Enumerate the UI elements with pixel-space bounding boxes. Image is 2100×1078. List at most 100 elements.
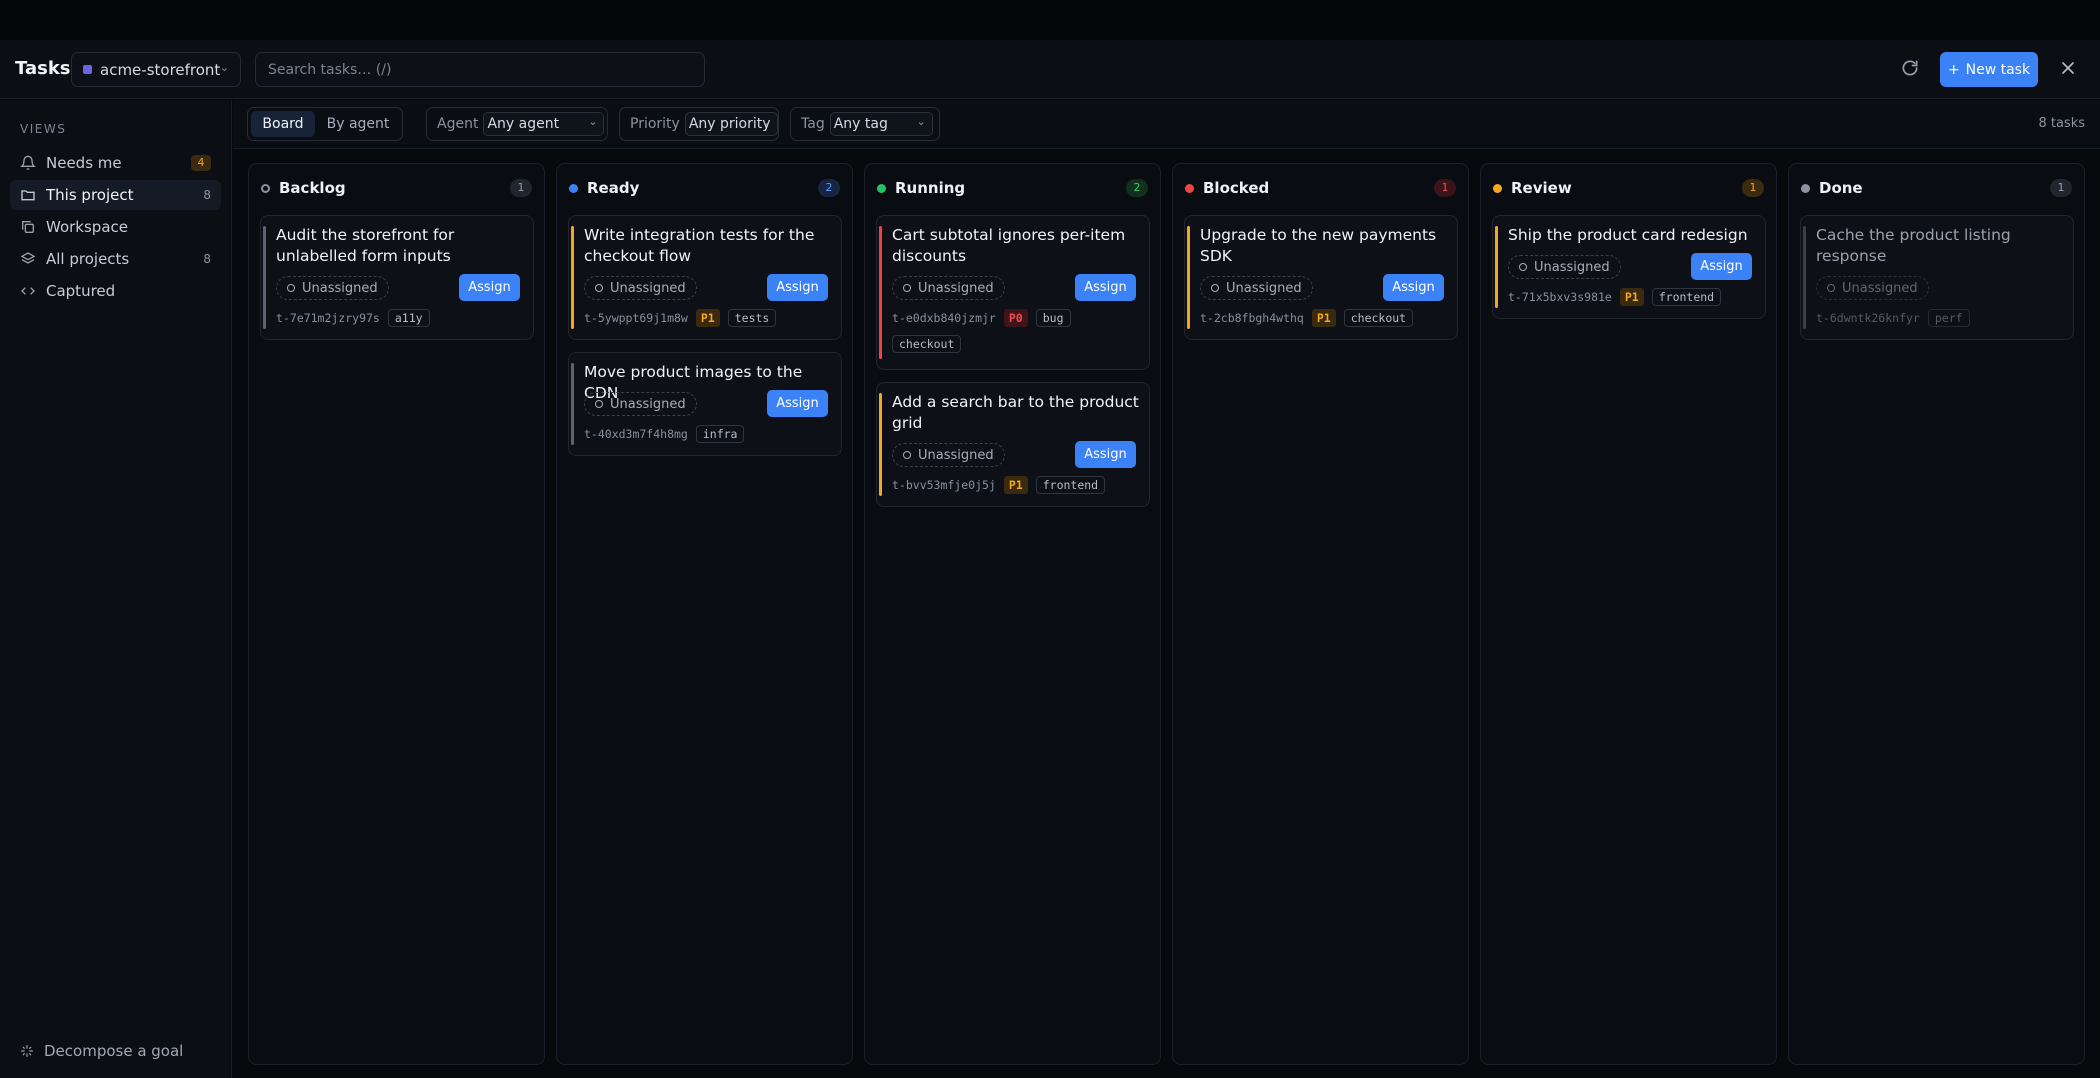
project-name: acme-storefront bbox=[100, 60, 221, 79]
status-dot-icon bbox=[877, 183, 886, 193]
task-meta: t-71x5bxv3s981e P1 frontend bbox=[1508, 288, 1755, 306]
column-count-badge: 2 bbox=[1126, 179, 1148, 197]
tag-chip[interactable]: frontend bbox=[1651, 288, 1722, 306]
assignee-chip[interactable]: Unassigned bbox=[276, 276, 389, 300]
agent-select[interactable]: Any agent ⌄ bbox=[483, 112, 605, 136]
assignee-label: Unassigned bbox=[918, 447, 994, 463]
sidebar-item-this-project[interactable]: This project 8 bbox=[10, 180, 221, 210]
sidebar-item-workspace[interactable]: Workspace bbox=[10, 212, 221, 242]
view-toggle: Board By agent bbox=[247, 107, 403, 141]
task-title[interactable]: Ship the product card redesign bbox=[1508, 225, 1758, 246]
task-id[interactable]: t-6dwntk26knfyr bbox=[1816, 311, 1920, 325]
column-count-badge: 1 bbox=[1742, 179, 1764, 197]
task-id[interactable]: t-bvv53mfje0j5j bbox=[892, 478, 996, 492]
tag-chip[interactable]: tests bbox=[727, 309, 777, 327]
tag-chip[interactable]: checkout bbox=[1343, 309, 1414, 327]
task-card[interactable]: Cart subtotal ignores per-item discounts… bbox=[876, 215, 1150, 370]
assignee-chip[interactable]: Unassigned bbox=[892, 276, 1005, 300]
sidebar-item-label: Captured bbox=[46, 282, 116, 300]
task-id[interactable]: t-40xd3m7f4h8mg bbox=[584, 427, 688, 441]
status-dot-icon bbox=[261, 183, 270, 193]
decompose-goal-button[interactable]: Decompose a goal bbox=[20, 1042, 183, 1060]
priority-badge: P1 bbox=[1003, 476, 1028, 494]
task-id[interactable]: t-5ywppt69j1m8w bbox=[584, 311, 688, 325]
tag-select[interactable]: Any tag ⌄ bbox=[829, 112, 933, 136]
task-title[interactable]: Add a search bar to the product grid bbox=[892, 392, 1142, 434]
search-input[interactable] bbox=[255, 52, 705, 87]
task-card[interactable]: Write integration tests for the checkout… bbox=[568, 215, 842, 340]
empty-avatar-icon bbox=[595, 400, 603, 408]
board-toolbar: Board By agent Agent Any agent ⌄ Priorit… bbox=[233, 100, 2100, 149]
assignee-label: Unassigned bbox=[610, 396, 686, 412]
tag-chip[interactable]: frontend bbox=[1035, 476, 1106, 494]
chevron-down-icon: ⌄ bbox=[916, 115, 926, 128]
tag-chip[interactable]: infra bbox=[695, 425, 745, 443]
task-id[interactable]: t-7e71m2jzry97s bbox=[276, 311, 380, 325]
assign-button[interactable]: Assign bbox=[1075, 274, 1136, 301]
column-title: Review bbox=[1511, 179, 1572, 197]
task-meta: t-5ywppt69j1m8w P1 tests bbox=[584, 309, 831, 327]
priority-badge: P1 bbox=[1311, 309, 1336, 327]
empty-avatar-icon bbox=[595, 284, 603, 292]
task-id[interactable]: t-71x5bxv3s981e bbox=[1508, 290, 1612, 304]
tag-chip[interactable]: perf bbox=[1927, 309, 1970, 327]
copy-icon bbox=[20, 219, 36, 235]
sidebar-item-captured[interactable]: Captured bbox=[10, 276, 221, 306]
sidebar-item-needs-me[interactable]: Needs me 4 bbox=[10, 148, 221, 178]
priority-select[interactable]: Any priority ⌄ bbox=[684, 112, 778, 136]
priority-bar bbox=[1187, 226, 1190, 329]
column-count-badge: 1 bbox=[1434, 179, 1456, 197]
task-card[interactable]: Upgrade to the new payments SDK Unassigne… bbox=[1184, 215, 1458, 340]
window-top-strip bbox=[0, 0, 2100, 40]
assign-button[interactable]: Assign bbox=[1383, 274, 1444, 301]
tag-chip[interactable]: checkout bbox=[892, 335, 962, 353]
by-agent-view-tab[interactable]: By agent bbox=[317, 111, 399, 137]
column-title: Ready bbox=[587, 179, 640, 197]
assign-button[interactable]: Assign bbox=[1075, 441, 1136, 468]
agent-select-value: Any agent bbox=[487, 116, 560, 132]
task-id[interactable]: t-2cb8fbgh4wthq bbox=[1200, 311, 1304, 325]
column-count-badge: 1 bbox=[510, 179, 532, 197]
tag-chip[interactable]: a11y bbox=[387, 309, 430, 327]
task-title[interactable]: Write integration tests for the checkout… bbox=[584, 225, 834, 267]
assignee-chip[interactable]: Unassigned bbox=[584, 276, 697, 300]
task-card[interactable]: Audit the storefront for unlabelled form… bbox=[260, 215, 534, 340]
task-card[interactable]: Cache the product listing response Unassi… bbox=[1800, 215, 2074, 340]
tag-select-value: Any tag bbox=[833, 116, 888, 132]
assignee-chip[interactable]: Unassigned bbox=[892, 443, 1005, 467]
close-icon[interactable] bbox=[2058, 58, 2080, 80]
assignee-chip[interactable]: Unassigned bbox=[584, 392, 697, 416]
assignee-chip[interactable]: Unassigned bbox=[1508, 255, 1621, 279]
sidebar-item-all-projects[interactable]: All projects 8 bbox=[10, 244, 221, 274]
priority-bar bbox=[263, 226, 266, 329]
task-title[interactable]: Cart subtotal ignores per-item discounts bbox=[892, 225, 1142, 267]
needs-me-badge: 4 bbox=[191, 155, 211, 171]
assign-button[interactable]: Assign bbox=[767, 274, 828, 301]
assign-button[interactable]: Assign bbox=[767, 390, 828, 417]
header-bar: Tasks acme-storefront ⌄ + New task bbox=[0, 40, 2100, 99]
project-selector[interactable]: acme-storefront ⌄ bbox=[71, 52, 241, 87]
column-blocked: Blocked 1 Upgrade to the new payments SDK U… bbox=[1172, 163, 1469, 1065]
task-card[interactable]: Add a search bar to the product grid Unas… bbox=[876, 382, 1150, 507]
empty-avatar-icon bbox=[903, 451, 911, 459]
task-title[interactable]: Audit the storefront for unlabelled form… bbox=[276, 225, 526, 267]
refresh-icon[interactable] bbox=[1900, 58, 1922, 80]
new-task-button[interactable]: + New task bbox=[1940, 52, 2038, 87]
assignee-chip[interactable]: Unassigned bbox=[1200, 276, 1313, 300]
status-dot-icon bbox=[569, 183, 578, 193]
board-view-tab[interactable]: Board bbox=[251, 111, 315, 137]
task-title[interactable]: Upgrade to the new payments SDK bbox=[1200, 225, 1450, 267]
column-header: Blocked 1 bbox=[1185, 176, 1456, 200]
task-card[interactable]: Ship the product card redesign Unassigned… bbox=[1492, 215, 1766, 319]
task-meta: t-7e71m2jzry97s a11y bbox=[276, 309, 523, 327]
assign-button[interactable]: Assign bbox=[1691, 253, 1752, 280]
column-running: Running 2 Cart subtotal ignores per-item d… bbox=[864, 163, 1161, 1065]
column-count-badge: 2 bbox=[818, 179, 840, 197]
task-title[interactable]: Cache the product listing response bbox=[1816, 225, 2066, 267]
tag-chip[interactable]: bug bbox=[1035, 309, 1071, 327]
sidebar-item-label: Needs me bbox=[46, 154, 122, 172]
task-card[interactable]: Move product images to the CDN Unassigned… bbox=[568, 352, 842, 456]
task-id[interactable]: t-e0dxb840jzmjr bbox=[892, 311, 996, 325]
assignee-chip[interactable]: Unassigned bbox=[1816, 276, 1929, 300]
assign-button[interactable]: Assign bbox=[459, 274, 520, 301]
